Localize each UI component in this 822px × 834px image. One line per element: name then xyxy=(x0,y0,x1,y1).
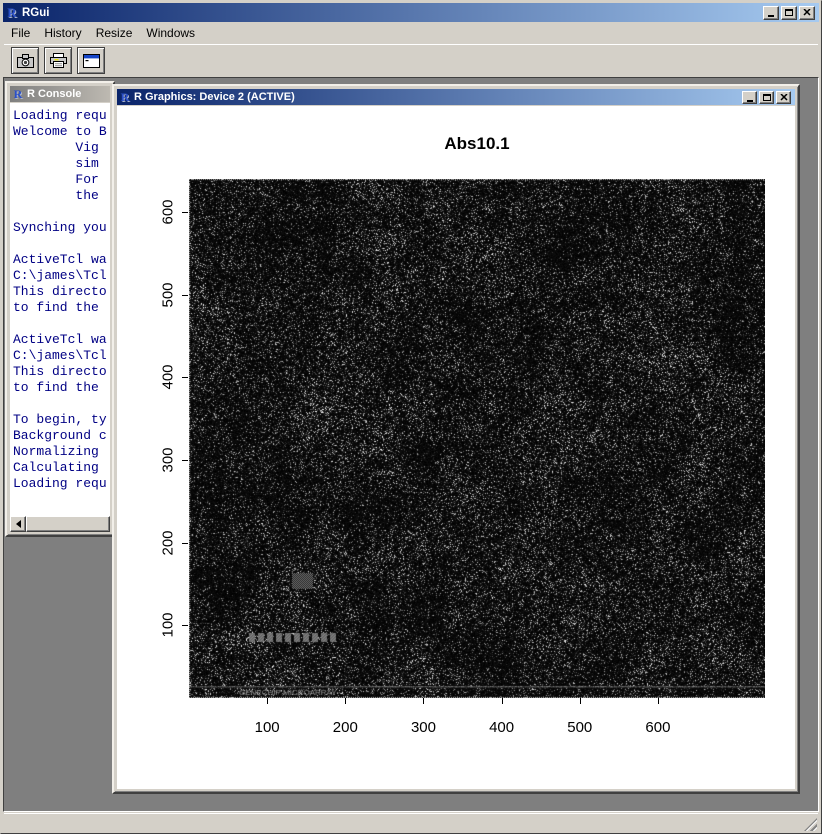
y-axis-tick-label: 600 xyxy=(160,200,177,225)
close-icon xyxy=(780,94,788,101)
close-icon xyxy=(803,9,811,16)
scroll-thumb[interactable] xyxy=(26,516,110,532)
snapshot-button[interactable] xyxy=(11,47,39,74)
y-axis-tick xyxy=(182,212,188,213)
console-line: Normalizing xyxy=(13,444,110,460)
scroll-left-icon xyxy=(16,520,21,528)
maximize-icon xyxy=(785,9,793,16)
console-title: R Console xyxy=(27,88,81,100)
y-axis-tick-label: 100 xyxy=(160,613,177,638)
graphics-titlebar[interactable]: R R Graphics: Device 2 (ACTIVE) xyxy=(117,89,795,105)
console-titlebar[interactable]: R R Console xyxy=(10,86,110,102)
graphics-close-button[interactable] xyxy=(776,91,791,104)
graphics-maximize-button[interactable] xyxy=(759,91,774,104)
x-axis-tick xyxy=(658,698,659,704)
console-line: to find the xyxy=(13,380,110,396)
x-axis-tick-label: 100 xyxy=(255,719,280,736)
console-window: R R Console Loading requWelcome to B Vig… xyxy=(5,81,115,537)
console-line: sim xyxy=(13,156,110,172)
minimize-button[interactable] xyxy=(763,6,779,20)
x-axis-tick-label: 500 xyxy=(567,719,592,736)
console-line xyxy=(13,236,110,252)
x-axis-tick xyxy=(580,698,581,704)
y-axis-tick xyxy=(182,377,188,378)
minimize-icon xyxy=(747,100,753,102)
y-axis-tick-label: 300 xyxy=(160,447,177,472)
graphics-title: R Graphics: Device 2 (ACTIVE) xyxy=(134,91,295,103)
window-title: RGui xyxy=(22,7,49,19)
scroll-left-button[interactable] xyxy=(10,516,26,532)
toolbar xyxy=(4,44,818,76)
console-line: Synching you xyxy=(13,220,110,236)
x-axis-tick-label: 300 xyxy=(411,719,436,736)
console-window-icon xyxy=(83,54,100,68)
y-axis-tick-label: 500 xyxy=(160,282,177,307)
x-axis-tick xyxy=(345,698,346,704)
x-axis-tick xyxy=(267,698,268,704)
menu-item-file[interactable]: File xyxy=(4,25,37,41)
console-line: ActiveTcl wa xyxy=(13,252,110,268)
maximize-icon xyxy=(763,94,771,101)
maximize-button[interactable] xyxy=(781,6,797,20)
y-axis-tick xyxy=(182,460,188,461)
minimize-icon xyxy=(768,15,774,17)
console-line: Welcome to B xyxy=(13,124,110,140)
r-logo-icon: R xyxy=(5,6,19,20)
console-line: To begin, ty xyxy=(13,412,110,428)
console-line: Loading requ xyxy=(13,108,110,124)
mdi-area: R R Console Loading requWelcome to B Vig… xyxy=(3,77,819,812)
console-line xyxy=(13,316,110,332)
r-logo-icon: R xyxy=(119,91,131,103)
microarray-image xyxy=(189,179,765,698)
x-axis-tick xyxy=(502,698,503,704)
console-line xyxy=(13,396,110,412)
console-content[interactable]: Loading requWelcome to B Vig sim For the… xyxy=(10,103,110,516)
graphics-window: R R Graphics: Device 2 (ACTIVE) Abs10.1 … xyxy=(112,84,800,794)
menu-item-resize[interactable]: Resize xyxy=(89,25,140,41)
console-line: ActiveTcl wa xyxy=(13,332,110,348)
console-line: Background c xyxy=(13,428,110,444)
plot-area: Abs10.1 100 200 300 400 500 600 100 200 300 400 50… xyxy=(117,106,795,789)
console-line: Calculating xyxy=(13,460,110,476)
resize-grip[interactable] xyxy=(804,818,817,831)
console-line: the xyxy=(13,188,110,204)
y-axis-tick-label: 400 xyxy=(160,365,177,390)
console-hscrollbar[interactable] xyxy=(10,516,110,532)
y-axis-tick xyxy=(182,543,188,544)
plot-title: Abs10.1 xyxy=(444,134,509,154)
console-line: This directo xyxy=(13,284,110,300)
y-axis-tick xyxy=(182,625,188,626)
console-line: C:\james\Tcl xyxy=(13,348,110,364)
console-line: Loading requ xyxy=(13,476,110,492)
statusbar xyxy=(4,813,818,832)
x-axis-tick xyxy=(423,698,424,704)
x-axis-tick-label: 200 xyxy=(333,719,358,736)
rgui-window: R RGui FileHistoryResizeWindows xyxy=(0,0,822,834)
console-focus-button[interactable] xyxy=(77,47,105,74)
printer-icon xyxy=(50,53,67,68)
camera-icon xyxy=(17,54,34,68)
y-axis-tick-label: 200 xyxy=(160,530,177,555)
graphics-minimize-button[interactable] xyxy=(742,91,757,104)
console-line: to find the xyxy=(13,300,110,316)
main-titlebar[interactable]: R RGui xyxy=(3,3,819,22)
console-line xyxy=(13,204,110,220)
console-line: C:\james\Tcl xyxy=(13,268,110,284)
menu-item-history[interactable]: History xyxy=(37,25,88,41)
menubar: FileHistoryResizeWindows xyxy=(4,24,818,42)
menu-item-windows[interactable]: Windows xyxy=(139,25,202,41)
x-axis-tick-label: 400 xyxy=(489,719,514,736)
x-axis-tick-label: 600 xyxy=(645,719,670,736)
print-button[interactable] xyxy=(44,47,72,74)
y-axis-tick xyxy=(182,295,188,296)
console-line: For xyxy=(13,172,110,188)
console-line: Vig xyxy=(13,140,110,156)
console-line: This directo xyxy=(13,364,110,380)
close-button[interactable] xyxy=(799,6,815,20)
r-logo-icon: R xyxy=(12,88,24,100)
chip-image-frame xyxy=(189,179,765,698)
